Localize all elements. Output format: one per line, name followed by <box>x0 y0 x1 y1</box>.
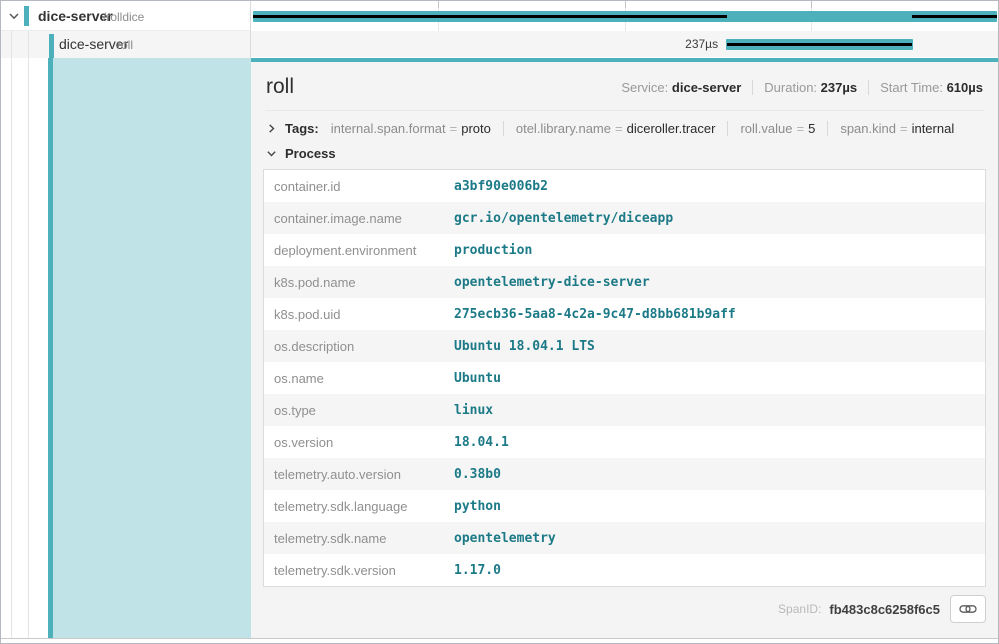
span-title: roll <box>266 75 294 99</box>
chevron-down-icon[interactable] <box>266 148 277 159</box>
span-row-roll-selected[interactable]: dice-server roll <box>1 31 250 58</box>
span-service-name[interactable]: dice-server <box>38 8 113 24</box>
table-row: os.descriptionUbuntu 18.04.1 LTS <box>264 330 986 362</box>
critical-path-segment <box>727 43 912 46</box>
span-bar-roll[interactable] <box>726 39 913 50</box>
span-detail-footer: SpanID: fb483c8c6258f6c5 <box>263 587 986 623</box>
tag-item: internal.span.format=proto <box>331 121 491 136</box>
critical-path-segment <box>253 15 727 18</box>
span-duration-label: 237µs <box>685 37 718 51</box>
span-bar-rolldice[interactable] <box>253 11 997 22</box>
chevron-down-icon[interactable] <box>7 9 21 23</box>
overview-service: Service: dice-server <box>621 80 741 95</box>
indent-guide <box>11 31 12 58</box>
chevron-right-icon[interactable] <box>266 123 277 134</box>
table-row: telemetry.sdk.nameopentelemetry <box>264 522 986 554</box>
span-operation-name[interactable]: /rolldice <box>103 10 144 24</box>
span-timeline-column: 237µs <box>251 1 998 58</box>
deep-link-button[interactable] <box>950 595 986 623</box>
span-row-rolldice[interactable]: dice-server /rolldice <box>1 1 250 31</box>
table-row: k8s.pod.uid275ecb36-5aa8-4c2a-9c47-d8bb6… <box>264 298 986 330</box>
timeline-row-rolldice <box>251 1 998 31</box>
jaeger-trace-detail-view: dice-server /rolldice dice-server roll <box>0 0 999 644</box>
span-id-label: SpanID: <box>778 602 821 616</box>
span-detail-header: roll Service: dice-server Duration: 237µs… <box>263 62 986 110</box>
span-detail-row: roll Service: dice-server Duration: 237µs… <box>1 58 998 639</box>
table-row: telemetry.auto.version0.38b0 <box>264 458 986 490</box>
table-row: os.nameUbuntu <box>264 362 986 394</box>
process-label: Process <box>285 146 336 161</box>
process-section-toggle[interactable]: Process <box>263 143 986 169</box>
selected-span-color-block[interactable] <box>53 58 251 639</box>
table-row: k8s.pod.nameopentelemetry-dice-server <box>264 266 986 298</box>
indent-guide <box>28 58 29 639</box>
span-detail-panel: roll Service: dice-server Duration: 237µs… <box>251 58 998 639</box>
table-row: os.version18.04.1 <box>264 426 986 458</box>
indent-guide <box>28 31 29 58</box>
bottom-border <box>1 638 998 643</box>
tags-section-toggle[interactable]: Tags: internal.span.format=proto otel.li… <box>263 111 986 143</box>
table-row: os.typelinux <box>264 394 986 426</box>
table-row: deployment.environmentproduction <box>264 234 986 266</box>
tree-gutter <box>1 58 48 639</box>
indent-guide <box>11 58 12 639</box>
tag-item: roll.value=5 <box>727 121 815 136</box>
table-row: telemetry.sdk.languagepython <box>264 490 986 522</box>
span-name-column: dice-server /rolldice dice-server roll <box>1 1 251 58</box>
span-overview: Service: dice-server Duration: 237µs Start… <box>621 80 983 95</box>
span-id-value: fb483c8c6258f6c5 <box>829 602 940 617</box>
tags-label: Tags: <box>285 121 319 136</box>
overview-duration: Duration: 237µs <box>752 80 857 95</box>
table-row: container.ida3bf90e006b2 <box>264 170 986 203</box>
span-rows-header: dice-server /rolldice dice-server roll <box>1 1 998 58</box>
table-row: telemetry.sdk.version1.17.0 <box>264 554 986 587</box>
timeline-row-roll: 237µs <box>251 31 998 58</box>
service-color-bar <box>24 6 29 26</box>
process-attributes-table: container.ida3bf90e006b2 container.image… <box>263 169 986 587</box>
service-color-bar <box>49 34 54 58</box>
tag-item: span.kind=internal <box>827 121 954 136</box>
table-row: container.image.namegcr.io/opentelemetry… <box>264 202 986 234</box>
link-icon <box>959 602 977 616</box>
span-operation-name[interactable]: roll <box>117 38 133 52</box>
critical-path-segment <box>912 15 997 18</box>
overview-start-time: Start Time: 610µs <box>868 80 983 95</box>
tag-item: otel.library.name=diceroller.tracer <box>503 121 716 136</box>
